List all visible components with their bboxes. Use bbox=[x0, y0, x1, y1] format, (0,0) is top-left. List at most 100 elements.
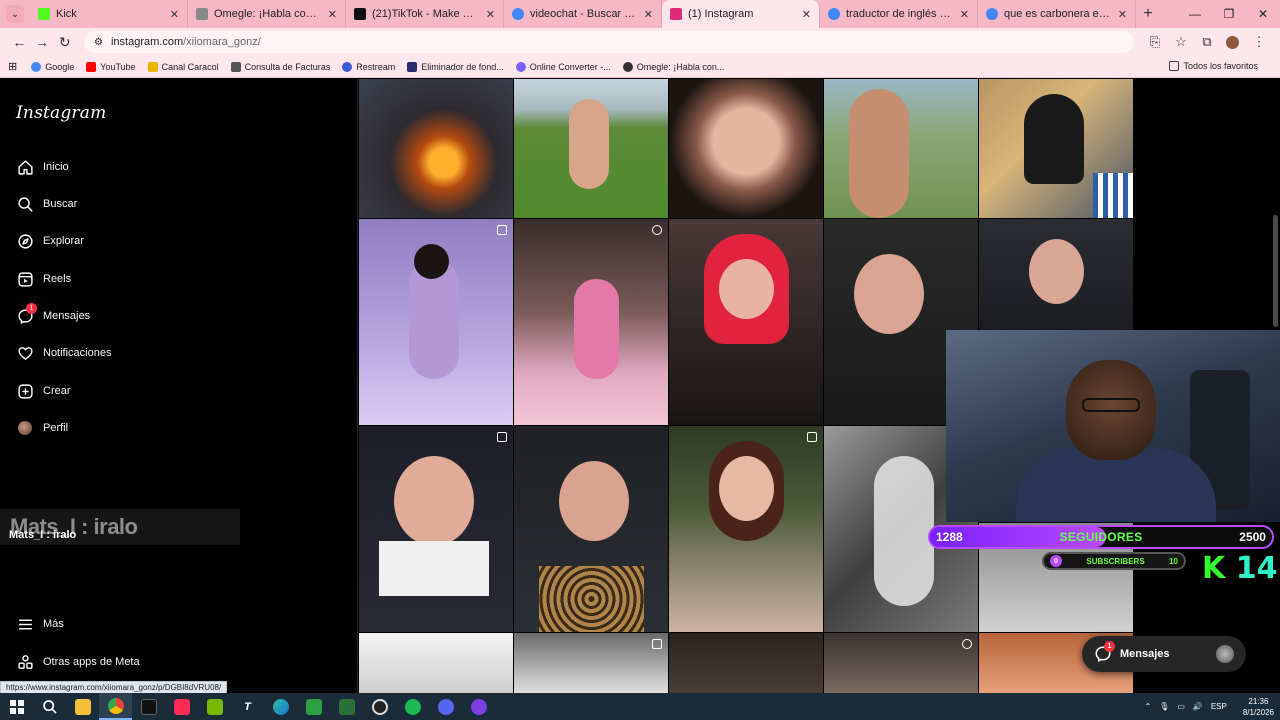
tab-traductor[interactable]: traductor de inglés - Buscar con Google … bbox=[820, 0, 978, 28]
tab-title: (1) Instagram bbox=[688, 8, 754, 20]
language-indicator[interactable]: ESP bbox=[1211, 702, 1227, 711]
tab-omegle[interactable]: Omegle: ¡Habla con Desconocidos! ✕ bbox=[188, 0, 346, 28]
post-thumbnail[interactable] bbox=[824, 633, 978, 693]
nvidia-icon[interactable] bbox=[198, 693, 231, 720]
taskbar-search-icon[interactable] bbox=[33, 693, 66, 720]
streaming-app-icon[interactable] bbox=[462, 693, 495, 720]
clock[interactable]: 21:36 8/1/2026 bbox=[1235, 696, 1274, 718]
nav-mas[interactable]: Más bbox=[16, 612, 216, 636]
spotify-icon[interactable] bbox=[396, 693, 429, 720]
tab-title: videochat - Buscar con Google bbox=[530, 8, 638, 20]
nav-perfil[interactable]: Perfil bbox=[16, 416, 216, 440]
start-button[interactable] bbox=[0, 693, 33, 720]
tray-chevron-icon[interactable]: ⌃ bbox=[1144, 702, 1151, 711]
close-window-icon[interactable]: ✕ bbox=[1246, 0, 1280, 28]
bookmark-youtube[interactable]: YouTube bbox=[86, 61, 136, 72]
tf-app-icon[interactable]: T bbox=[231, 693, 264, 720]
post-thumbnail[interactable] bbox=[359, 633, 513, 693]
close-tab-icon[interactable]: ✕ bbox=[960, 8, 969, 21]
post-thumbnail[interactable] bbox=[669, 426, 823, 632]
post-thumbnail[interactable] bbox=[669, 79, 823, 218]
discord-icon[interactable] bbox=[429, 693, 462, 720]
bookmark-restream[interactable]: Restream bbox=[342, 61, 395, 72]
bookmark-google[interactable]: Google bbox=[31, 61, 74, 72]
bookmark-omegle[interactable]: Omegle: ¡Habla con... bbox=[622, 61, 724, 72]
extensions-icon[interactable]: ⧉ bbox=[1194, 34, 1220, 50]
window-controls: — ❐ ✕ bbox=[1178, 0, 1280, 28]
tab-videochat[interactable]: videochat - Buscar con Google ✕ bbox=[504, 0, 662, 28]
terminal-icon[interactable] bbox=[330, 693, 363, 720]
post-thumbnail[interactable] bbox=[514, 426, 668, 632]
chrome-taskbar-icon[interactable] bbox=[99, 693, 132, 720]
post-thumbnail[interactable] bbox=[359, 79, 513, 218]
edge-icon[interactable] bbox=[264, 693, 297, 720]
tab-kick[interactable]: Kick ✕ bbox=[30, 0, 188, 28]
profile-avatar[interactable] bbox=[1220, 34, 1246, 50]
tab-search-button[interactable]: ⌄ bbox=[6, 5, 24, 23]
messages-pill[interactable]: 1 Mensajes bbox=[1082, 636, 1246, 672]
back-icon[interactable]: ← bbox=[8, 34, 31, 50]
tab-carbonera[interactable]: que es carbonera en uruguay - Buscar con… bbox=[978, 0, 1136, 28]
bookmark-star-icon[interactable]: ☆ bbox=[1168, 34, 1194, 50]
close-tab-icon[interactable]: ✕ bbox=[170, 8, 179, 21]
instagram-logo[interactable]: Instagram bbox=[16, 103, 106, 123]
nav-explorar[interactable]: Explorar bbox=[16, 229, 216, 253]
tab-instagram[interactable]: (1) Instagram ✕ bbox=[662, 0, 820, 28]
nav-buscar[interactable]: Buscar bbox=[16, 192, 216, 216]
tab-tiktok[interactable]: (21)TikTok - Make Your Day ✕ bbox=[346, 0, 504, 28]
bookmark-converter[interactable]: Online Converter -... bbox=[515, 61, 611, 72]
apps-grid-icon[interactable]: ⊞ bbox=[8, 60, 17, 73]
menu-icon[interactable]: ⋮ bbox=[1246, 34, 1272, 50]
close-tab-icon[interactable]: ✕ bbox=[802, 8, 811, 21]
close-tab-icon[interactable]: ✕ bbox=[328, 8, 337, 21]
bookmark-label: Eliminador de fond... bbox=[421, 61, 504, 72]
minimize-icon[interactable]: — bbox=[1178, 0, 1212, 28]
bookmark-eliminador[interactable]: Eliminador de fond... bbox=[407, 61, 504, 72]
forward-icon[interactable]: → bbox=[31, 34, 54, 50]
post-thumbnail[interactable] bbox=[979, 79, 1133, 218]
post-thumbnail[interactable] bbox=[359, 219, 513, 425]
post-thumbnail[interactable] bbox=[514, 219, 668, 425]
post-thumbnail[interactable] bbox=[824, 79, 978, 218]
cast-icon[interactable]: ⎘ bbox=[1142, 34, 1168, 50]
all-favorites-folder[interactable]: Todos los favoritos bbox=[1169, 61, 1258, 71]
file-explorer-icon[interactable] bbox=[66, 693, 99, 720]
address-bar[interactable]: ⚙ instagram.com/xiiomara_gonz/ bbox=[84, 31, 1134, 53]
bookmark-facturas[interactable]: Consulta de Facturas bbox=[230, 61, 330, 72]
post-thumbnail[interactable] bbox=[979, 219, 1133, 330]
nav-otras-apps-meta[interactable]: Otras apps de Meta bbox=[16, 650, 216, 674]
omegle-favicon-icon bbox=[196, 8, 208, 20]
close-tab-icon[interactable]: ✕ bbox=[486, 8, 495, 21]
xbox-icon[interactable] bbox=[297, 693, 330, 720]
reload-icon[interactable]: ↻ bbox=[53, 34, 76, 51]
nav-reels[interactable]: Reels bbox=[16, 267, 216, 291]
followers-goal: 2500 bbox=[1239, 530, 1266, 544]
network-icon[interactable]: ▭ bbox=[1177, 702, 1185, 711]
post-thumbnail[interactable] bbox=[669, 219, 823, 425]
nav-label: Crear bbox=[43, 385, 71, 397]
post-thumbnail[interactable] bbox=[359, 426, 513, 632]
nav-mensajes[interactable]: 1 Mensajes bbox=[16, 303, 216, 328]
post-thumbnail[interactable] bbox=[514, 79, 668, 218]
nav-inicio[interactable]: Inicio bbox=[16, 155, 216, 179]
obs-icon[interactable] bbox=[363, 693, 396, 720]
microphone-icon[interactable]: 🎙 bbox=[1159, 702, 1169, 711]
call-of-duty-icon[interactable] bbox=[132, 693, 165, 720]
restore-icon[interactable]: ❐ bbox=[1212, 0, 1246, 28]
volume-icon[interactable]: 🔊 bbox=[1193, 702, 1203, 711]
nav-notificaciones[interactable]: Notificaciones bbox=[16, 341, 216, 365]
google-favicon-icon bbox=[986, 8, 998, 20]
page-scrollbar[interactable] bbox=[1273, 215, 1278, 327]
close-tab-icon[interactable]: ✕ bbox=[1118, 8, 1127, 21]
kick-favicon-icon bbox=[38, 8, 50, 20]
post-thumbnail[interactable] bbox=[669, 633, 823, 693]
nav-crear[interactable]: Crear bbox=[16, 379, 216, 403]
post-thumbnail[interactable] bbox=[514, 633, 668, 693]
tiktok-taskbar-icon[interactable] bbox=[165, 693, 198, 720]
bookmark-caracol[interactable]: Canal Caracol bbox=[147, 61, 219, 72]
site-info-icon[interactable]: ⚙ bbox=[94, 37, 103, 48]
system-tray: ⌃ 🎙 ▭ 🔊 ESP 21:36 8/1/2026 bbox=[1136, 693, 1274, 720]
new-tab-button[interactable]: + bbox=[1136, 5, 1160, 23]
url-path: /xiiomara_gonz/ bbox=[183, 36, 261, 48]
close-tab-icon[interactable]: ✕ bbox=[644, 8, 653, 21]
